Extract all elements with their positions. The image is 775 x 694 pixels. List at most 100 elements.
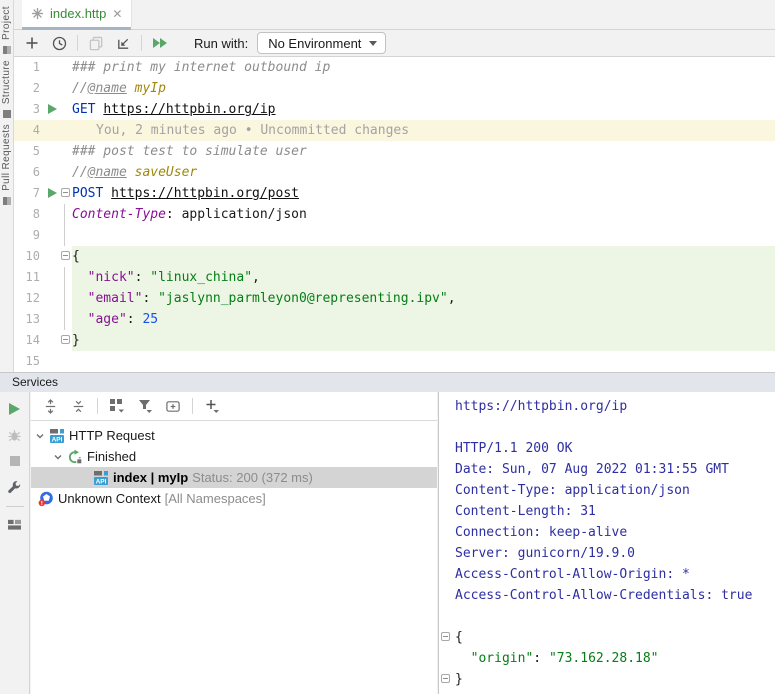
sidebar-item-structure[interactable]: Structure xyxy=(1,60,12,104)
tab-index-http[interactable]: index.http ✕ xyxy=(22,0,133,30)
editor-line[interactable]: 7 POST https://httpbin.org/post xyxy=(14,183,775,204)
console-gutter xyxy=(439,480,455,501)
run-button[interactable] xyxy=(6,400,24,418)
run-with-label: Run with: xyxy=(194,35,249,51)
toolbar-separator xyxy=(77,35,78,51)
editor-line[interactable]: 13 "age": 25 xyxy=(14,309,775,330)
console-line xyxy=(439,417,775,438)
console-text: "origin": "73.162.28.18" xyxy=(470,651,659,666)
run-request-icon[interactable] xyxy=(48,188,57,198)
console-gutter xyxy=(439,522,455,543)
wrench-icon xyxy=(8,480,21,493)
chevron-down-icon xyxy=(369,40,378,46)
expand-all-icon xyxy=(45,398,55,414)
filter-icon xyxy=(139,400,152,413)
console-line: "origin": "73.162.28.18" xyxy=(439,648,775,669)
settings-button[interactable] xyxy=(6,478,24,496)
ide-window: Project Structure Pull Requests index.ht… xyxy=(0,0,775,694)
code-text: "email": "jaslynn_parmleyon0@representin… xyxy=(72,288,775,309)
gutter xyxy=(46,309,72,330)
history-button[interactable] xyxy=(50,34,68,52)
line-number: 2 xyxy=(32,81,40,95)
sidebar-item-pull-requests[interactable]: Pull Requests xyxy=(1,124,12,191)
expand-all-button[interactable] xyxy=(41,397,59,415)
copy-button[interactable] xyxy=(87,34,105,52)
editor-line[interactable]: 4 You, 2 minutes ago • Uncommitted change… xyxy=(14,120,775,141)
group-by-button[interactable] xyxy=(108,397,126,415)
console-line: https://httpbin.org/ip xyxy=(439,396,775,417)
services-left-toolbar xyxy=(0,392,30,694)
code-text: } xyxy=(72,330,775,351)
add-service-button[interactable] xyxy=(203,397,221,415)
line-number: 8 xyxy=(32,207,40,221)
editor-line[interactable]: 11 "nick": "linux_china", xyxy=(14,267,775,288)
fold-marker-icon[interactable] xyxy=(441,632,450,641)
open-in-new-tab-button[interactable] xyxy=(164,397,182,415)
tree-row-finished[interactable]: Finished xyxy=(31,446,437,467)
fold-marker-icon[interactable] xyxy=(441,674,450,683)
line-number: 5 xyxy=(32,144,40,158)
tab-close-icon[interactable]: ✕ xyxy=(112,8,122,20)
response-console[interactable]: https://httpbin.org/ip HTTP/1.1 200 OK Dat… xyxy=(438,392,775,694)
console-text: } xyxy=(455,672,463,687)
run-all-button[interactable] xyxy=(151,34,169,52)
editor-line[interactable]: 3 GET https://httpbin.org/ip xyxy=(14,99,775,120)
import-curl-button[interactable] xyxy=(114,34,132,52)
console-line: } xyxy=(439,669,775,690)
context-suffix: [All Namespaces] xyxy=(164,491,266,506)
code-text: POST https://httpbin.org/post xyxy=(72,186,299,201)
stop-button[interactable] xyxy=(6,452,24,470)
console-text: Access-Control-Allow-Origin: * xyxy=(455,567,690,582)
collapse-all-button[interactable] xyxy=(69,397,87,415)
console-gutter xyxy=(439,669,455,690)
console-line: Access-Control-Allow-Credentials: true xyxy=(439,585,775,606)
environment-select[interactable]: No Environment xyxy=(257,32,387,54)
editor-line[interactable]: 12 "email": "jaslynn_parmleyon0@represen… xyxy=(14,288,775,309)
console-line xyxy=(439,606,775,627)
tree-row-http-request[interactable]: API HTTP Request xyxy=(31,425,437,446)
editor-line[interactable]: 2 //@name myIp xyxy=(14,78,775,99)
console-gutter xyxy=(439,501,455,522)
console-gutter xyxy=(439,585,455,606)
debug-button[interactable] xyxy=(6,426,24,444)
editor-line[interactable]: 15 xyxy=(14,351,775,372)
clock-icon xyxy=(52,36,66,50)
console-text: Connection: keep-alive xyxy=(455,525,628,540)
add-request-button[interactable] xyxy=(23,34,41,52)
structure-tool-icon[interactable] xyxy=(3,110,11,119)
api-icon: API xyxy=(94,470,108,485)
gutter xyxy=(46,267,72,288)
console-text: Content-Type: application/json xyxy=(455,483,690,498)
editor-line[interactable]: 14} xyxy=(14,330,775,351)
pull-requests-tool-icon[interactable] xyxy=(3,197,11,206)
run-request-icon[interactable] xyxy=(48,104,57,114)
editor-line[interactable]: 8 Content-Type: application/json xyxy=(14,204,775,225)
tree-row-unknown-context[interactable]: Unknown Context [All Namespaces] xyxy=(31,488,437,509)
code-text: ### post test to simulate user xyxy=(72,144,307,159)
chevron-down-icon[interactable] xyxy=(53,452,63,462)
code-text: "nick": "linux_china", xyxy=(72,267,775,288)
code-editor[interactable]: 1 ### print my internet outbound ip 2 //@na… xyxy=(14,57,775,372)
play-icon xyxy=(9,403,20,415)
console-text: Content-Length: 31 xyxy=(455,504,596,519)
chevron-down-icon[interactable] xyxy=(35,431,45,441)
services-panel-header[interactable]: Services xyxy=(0,372,775,392)
tree-row-request-result[interactable]: API index | myIp Status: 200 (372 ms) xyxy=(31,467,437,488)
tool-window-stripe: Project Structure Pull Requests xyxy=(0,0,14,372)
editor-line[interactable]: 5 ### post test to simulate user xyxy=(14,141,775,162)
services-title: Services xyxy=(12,375,59,389)
fold-marker-icon[interactable] xyxy=(61,335,70,344)
editor-line[interactable]: 9 xyxy=(14,225,775,246)
project-tool-icon[interactable] xyxy=(3,45,11,54)
editor-line[interactable]: 10 { xyxy=(14,246,775,267)
fold-marker-icon[interactable] xyxy=(61,251,70,260)
code-text: //@name saveUser xyxy=(72,165,198,180)
filter-button[interactable] xyxy=(136,397,154,415)
sidebar-item-project[interactable]: Project xyxy=(1,6,12,40)
editor-line[interactable]: 6 //@name saveUser xyxy=(14,162,775,183)
fold-marker-icon[interactable] xyxy=(61,188,70,197)
layout-options-button[interactable] xyxy=(6,515,24,533)
editor-line[interactable]: 1 ### print my internet outbound ip xyxy=(14,57,775,78)
